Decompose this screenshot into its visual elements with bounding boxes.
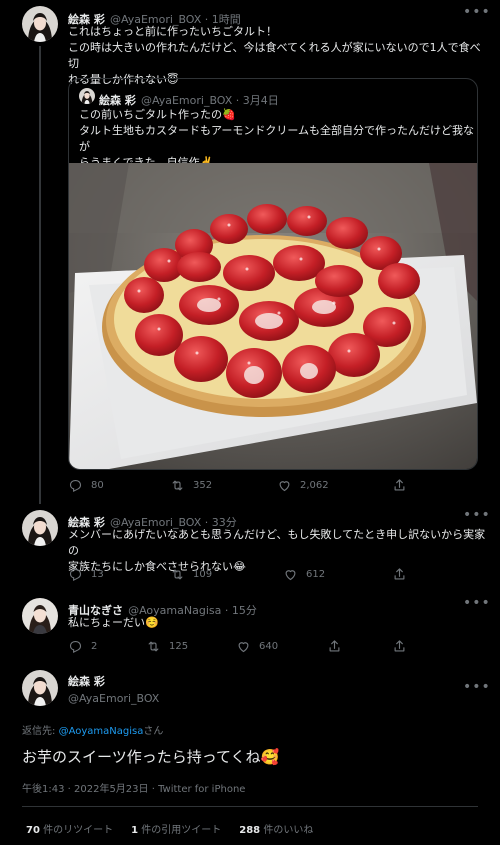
retweet-icon [170, 478, 185, 493]
share-icon [392, 639, 407, 654]
like-icon [283, 567, 298, 582]
tart-photo[interactable] [69, 163, 477, 469]
avatar [79, 88, 95, 104]
retweets-stat[interactable]: 70 件のリツイート [26, 821, 113, 836]
reply-count: 80 [91, 480, 104, 491]
tweet-stats: 70 件のリツイート 1 件の引用ツイート 288 件のいいね [26, 821, 313, 836]
quotes-stat[interactable]: 1 件の引用ツイート [131, 821, 221, 836]
share-icon [327, 639, 342, 654]
reply-to-suffix: さん [143, 726, 164, 737]
retweet-count: 352 [193, 480, 213, 491]
avatar[interactable] [22, 6, 58, 42]
display-name: 絵森 彩 [99, 94, 136, 107]
strawberry-tart-image [69, 163, 477, 469]
author-block: 絵森 彩 @AyaEmori_BOX [68, 673, 159, 705]
retweet-count: 109 [193, 569, 213, 580]
reply-button[interactable]: 80 [68, 478, 104, 493]
reply-to-mention[interactable]: @AoyamaNagisa [59, 726, 144, 737]
tweet-timestamp[interactable]: 午後1:43 · 2022年5月23日 · Twitter for iPhone [22, 780, 245, 795]
tweet-text: メンバーにあげたいなあとも思うんだけど、もし失敗してたとき申し訳ないから実家の … [68, 528, 486, 573]
likes-stat[interactable]: 288 件のいいね [239, 821, 313, 836]
share-button[interactable] [392, 478, 407, 493]
reply-count: 13 [91, 569, 104, 580]
retweet-icon [170, 567, 185, 582]
reply-button[interactable]: 13 [68, 567, 104, 582]
retweet-button[interactable]: 125 [146, 639, 188, 654]
more-icon[interactable]: ••• [463, 679, 491, 695]
more-icon[interactable]: ••• [463, 507, 491, 523]
handle[interactable]: @AyaEmori_BOX [68, 692, 159, 705]
quoted-tweet[interactable]: 絵森 彩 @AyaEmori_BOX · 3月4日 この前いちごタルト作ったの🍓… [68, 78, 478, 470]
share-button[interactable] [392, 639, 407, 654]
like-count: 612 [306, 569, 326, 580]
reply-icon [68, 567, 83, 582]
retweet-button[interactable]: 352 [170, 478, 212, 493]
like-icon [236, 639, 251, 654]
divider [22, 806, 478, 807]
reply-button[interactable]: 2 [68, 639, 97, 654]
display-name[interactable]: 絵森 彩 [68, 673, 159, 689]
like-count: 640 [259, 641, 279, 652]
avatar[interactable] [22, 598, 58, 634]
tweet-text: 私にちょーだい☺️ [68, 616, 159, 629]
share-button[interactable] [392, 567, 407, 582]
reply-to: 返信先: @AoyamaNagisaさん [22, 722, 163, 737]
reply-icon [68, 639, 83, 654]
more-icon[interactable]: ••• [463, 595, 491, 611]
avatar[interactable] [22, 670, 58, 706]
quote-text: この前いちごタルト作ったの🍓 タルト生地もカスタードもアーモンドクリームも全部自… [79, 108, 475, 169]
main-tweet-text: お芋のスイーツ作ったら持ってくね🥰 [22, 748, 280, 766]
like-count: 2,062 [300, 480, 329, 491]
reply-to-prefix: 返信先: [22, 726, 59, 737]
like-button[interactable]: 640 [236, 639, 278, 654]
thread-line [39, 46, 41, 504]
share-icon [392, 567, 407, 582]
quote-header: 絵森 彩 @AyaEmori_BOX · 3月4日 [99, 89, 279, 108]
reply-icon [68, 478, 83, 493]
more-icon[interactable]: ••• [463, 4, 491, 20]
reply-count: 2 [91, 641, 98, 652]
like-button[interactable]: 2,062 [277, 478, 329, 493]
bookmark-button[interactable] [327, 639, 342, 654]
retweet-icon [146, 639, 161, 654]
like-icon [277, 478, 292, 493]
like-button[interactable]: 612 [283, 567, 325, 582]
share-icon [392, 478, 407, 493]
handle-and-time: @AyaEmori_BOX · 3月4日 [140, 94, 279, 107]
retweet-button[interactable]: 109 [170, 567, 212, 582]
avatar[interactable] [22, 510, 58, 546]
retweet-count: 125 [169, 641, 189, 652]
